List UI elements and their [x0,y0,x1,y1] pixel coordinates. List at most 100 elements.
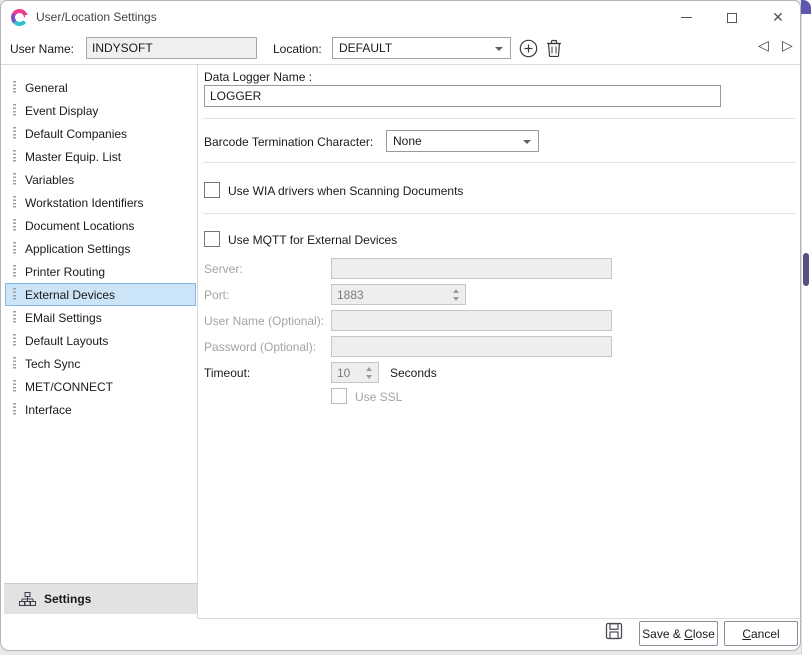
mqtt-password-label: Password (Optional): [204,340,316,354]
drag-handle-icon [13,265,16,278]
mqtt-user-label: User Name (Optional): [204,314,324,328]
sidebar-item-label: Variables [25,173,74,187]
sidebar-item-document-locations[interactable]: Document Locations [5,214,196,237]
sidebar-item-label: EMail Settings [25,311,102,325]
add-location-button[interactable] [518,38,538,58]
sidebar-item-workstation-identifiers[interactable]: Workstation Identifiers [5,191,196,214]
sidebar-item-printer-routing[interactable]: Printer Routing [5,260,196,283]
sidebar-item-label: MET/CONNECT [25,380,113,394]
location-combobox[interactable]: DEFAULT [332,37,511,59]
barcode-termination-value: None [393,134,422,148]
sidebar-item-met-connect[interactable]: MET/CONNECT [5,375,196,398]
title-bar[interactable]: User/Location Settings ✕ [1,1,800,34]
close-icon: ✕ [772,9,784,26]
screen: User/Location Settings ✕ User Name: Loca… [0,0,811,655]
sidebar-item-default-companies[interactable]: Default Companies [5,122,196,145]
sidebar-item-label: Printer Routing [25,265,105,279]
spin-down-icon [366,375,372,379]
sitemap-icon [19,592,36,607]
mqtt-password-field [331,336,612,357]
sidebar-item-email-settings[interactable]: EMail Settings [5,306,196,329]
save-close-label: Save & Close [642,627,715,641]
spin-up-icon [366,367,372,371]
server-field [331,258,612,279]
sidebar-item-interface[interactable]: Interface [5,398,196,421]
drag-handle-icon [13,403,16,416]
label-part: Save & [642,627,684,641]
sidebar-item-label: Master Equip. List [25,150,121,164]
settings-nav-list: General Event Display Default Companies … [5,76,196,421]
add-icon [519,39,538,58]
data-logger-name-input[interactable] [204,85,721,107]
location-label: Location: [273,42,322,56]
sidebar-item-master-equip-list[interactable]: Master Equip. List [5,145,196,168]
use-ssl-label: Use SSL [355,390,402,404]
next-record-button[interactable]: ▷ [782,38,793,54]
drag-handle-icon [13,104,16,117]
settings-footer-label: Settings [44,592,91,606]
sidebar-item-general[interactable]: General [5,76,196,99]
timeout-field [331,362,379,383]
mqtt-password-input[interactable] [331,336,612,357]
sidebar-item-application-settings[interactable]: Application Settings [5,237,196,260]
drag-handle-icon [13,311,16,324]
timeout-unit-label: Seconds [390,366,437,380]
sidebar-item-label: External Devices [25,288,115,302]
label-part: lose [693,627,715,641]
sidebar-item-default-layouts[interactable]: Default Layouts [5,329,196,352]
port-spinner[interactable] [451,284,461,305]
background-scrollbar-thumb[interactable] [803,253,809,286]
timeout-spinner[interactable] [364,362,374,383]
user-name-label: User Name: [10,42,74,56]
toolbar-separator [1,64,800,65]
use-mqtt-checkbox[interactable] [204,231,220,247]
trash-icon [546,39,562,57]
use-ssl-checkbox[interactable] [331,388,347,404]
drag-handle-icon [13,150,16,163]
server-label: Server: [204,262,243,276]
previous-record-button[interactable]: ◁ [758,38,769,54]
sidebar-item-tech-sync[interactable]: Tech Sync [5,352,196,375]
server-input[interactable] [331,258,612,279]
chevron-down-icon [495,47,503,51]
sidebar-item-external-devices[interactable]: External Devices [5,283,196,306]
sidebar-item-variables[interactable]: Variables [5,168,196,191]
drag-handle-icon [13,127,16,140]
port-label: Port: [204,288,229,302]
app-logo-center [15,13,24,22]
label-accesskey: C [742,627,751,641]
sidebar-item-label: Interface [25,403,72,417]
separator [203,162,796,163]
data-logger-name-label: Data Logger Name : [204,70,312,84]
app-logo-gap [25,15,29,20]
settings-section-button[interactable]: Settings [4,583,197,614]
maximize-icon [727,13,737,23]
drag-handle-icon [13,357,16,370]
arrow-right-icon: ▷ [782,38,793,54]
use-wia-checkbox[interactable] [204,182,220,198]
spin-up-icon [453,289,459,293]
barcode-termination-combobox[interactable]: None [386,130,539,152]
save-icon [605,622,623,640]
mqtt-user-input[interactable] [331,310,612,331]
user-location-settings-dialog: User/Location Settings ✕ User Name: Loca… [0,0,801,651]
maximize-button[interactable] [709,2,755,33]
close-button[interactable]: ✕ [755,2,801,33]
sidebar-item-event-display[interactable]: Event Display [5,99,196,122]
footer-separator [198,618,801,619]
save-close-button[interactable]: Save & Close [639,621,718,646]
minimize-button[interactable] [663,2,709,33]
cancel-button[interactable]: Cancel [724,621,798,646]
drag-handle-icon [13,196,16,209]
drag-handle-icon [13,242,16,255]
arrow-left-icon: ◁ [758,38,769,54]
sidebar-item-label: Workstation Identifiers [25,196,144,210]
save-button[interactable] [605,622,623,640]
location-value: DEFAULT [339,41,392,55]
spin-down-icon [453,297,459,301]
sidebar-item-label: General [25,81,68,95]
port-input[interactable] [331,284,466,305]
sidebar-item-label: Tech Sync [25,357,80,371]
user-name-input[interactable] [86,37,257,59]
delete-location-button[interactable] [544,38,564,58]
